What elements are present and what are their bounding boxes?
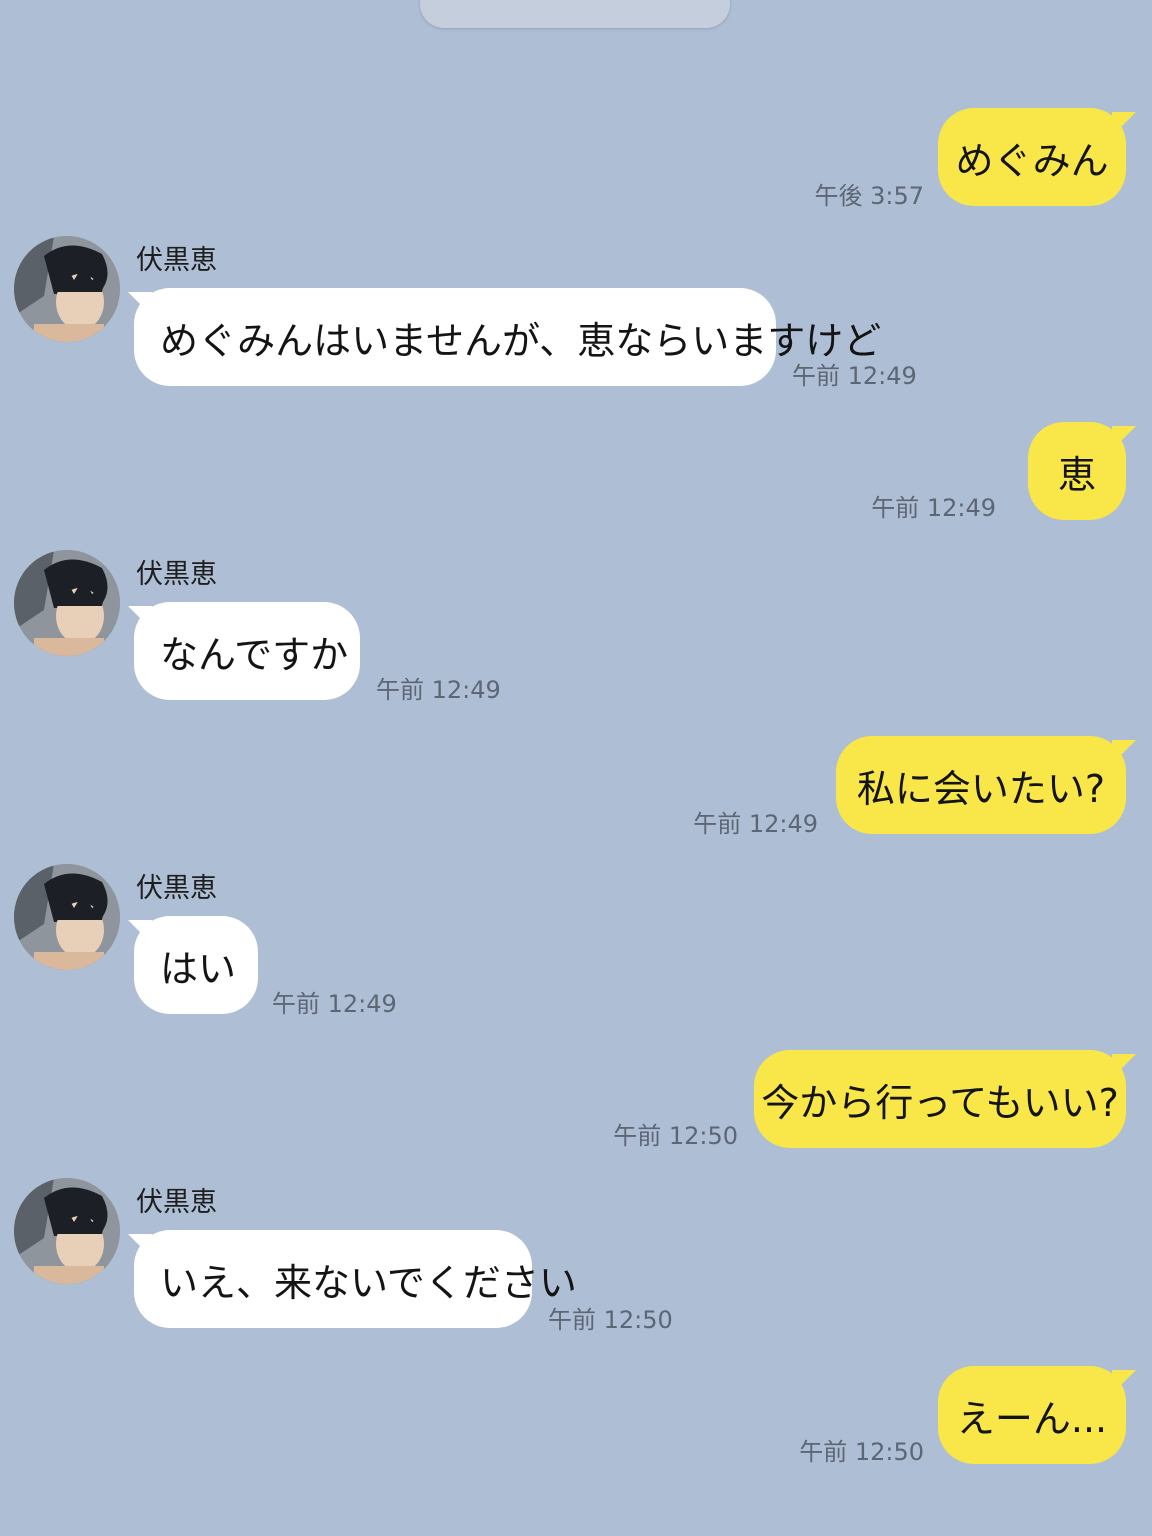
sender-name: 伏黒恵 (136, 245, 217, 276)
message-text: めぐみん (955, 138, 1109, 183)
message-text: なんですか (160, 632, 349, 677)
message-text: いえ、来ないでください (160, 1260, 577, 1305)
message-bubble-outgoing[interactable]: 今から行ってもいい? (754, 1050, 1126, 1148)
message-text: めぐみんはいませんが、恵ならいますけど (160, 318, 882, 363)
message-text: はい (160, 946, 237, 991)
contact-avatar-icon[interactable] (14, 550, 120, 656)
message-timestamp: 午前 12:49 (792, 362, 917, 390)
message-bubble-outgoing[interactable]: 私に会いたい? (836, 736, 1126, 834)
message-bubble-outgoing[interactable]: えーん... (938, 1366, 1126, 1464)
message-timestamp: 午前 12:49 (376, 676, 501, 704)
chat-screen: めぐみん 午後 3:57 伏黒恵 めぐみんはいませんが、恵ならいますけど 午前 … (0, 0, 1152, 1536)
message-timestamp: 午前 12:49 (871, 494, 996, 522)
message-bubble-incoming[interactable]: なんですか (134, 602, 360, 700)
message-text: 今から行ってもいい? (761, 1080, 1119, 1125)
message-timestamp: 午前 12:50 (548, 1306, 673, 1334)
sender-name: 伏黒恵 (136, 1187, 217, 1218)
contact-avatar-icon[interactable] (14, 236, 120, 342)
message-timestamp: 午前 12:49 (272, 990, 397, 1018)
sender-name: 伏黒恵 (136, 873, 217, 904)
message-bubble-outgoing[interactable]: めぐみん (938, 108, 1126, 206)
message-bubble-incoming[interactable]: いえ、来ないでください (134, 1230, 577, 1328)
message-timestamp: 午前 12:50 (799, 1438, 924, 1466)
message-timestamp: 午前 12:49 (693, 810, 818, 838)
top-status-pill (420, 0, 730, 28)
sender-name: 伏黒恵 (136, 559, 217, 590)
message-text: えーん... (956, 1396, 1108, 1441)
message-timestamp: 午前 12:50 (613, 1122, 738, 1150)
message-bubble-incoming[interactable]: はい (134, 916, 258, 1014)
message-bubble-incoming[interactable]: めぐみんはいませんが、恵ならいますけど (134, 288, 881, 386)
message-text: 恵 (1057, 452, 1096, 497)
message-text: 私に会いたい? (856, 766, 1106, 811)
contact-avatar-icon[interactable] (14, 1178, 120, 1284)
contact-avatar-icon[interactable] (14, 864, 120, 970)
message-bubble-outgoing[interactable]: 恵 (1028, 422, 1126, 520)
message-timestamp: 午後 3:57 (814, 182, 924, 210)
